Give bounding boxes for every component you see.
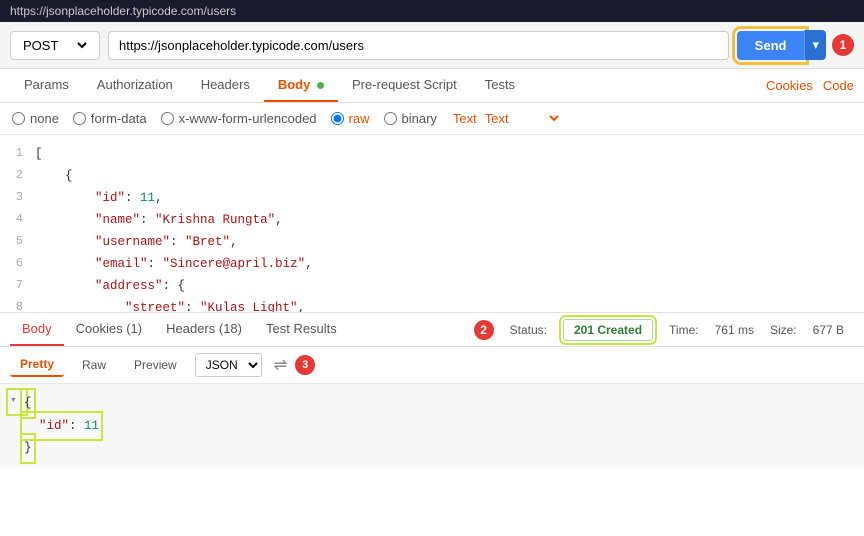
send-badge: 1 [832, 34, 854, 56]
response-tab-cookies[interactable]: Cookies (1) [64, 313, 154, 346]
request-tabs: Params Authorization Headers Body Pre-re… [0, 69, 864, 103]
status-label: Status: [510, 323, 547, 337]
code-line-6: 6 "email": "Sincere@april.biz", [0, 253, 864, 275]
send-dropdown-button[interactable]: ▾ [804, 30, 826, 60]
tab-headers[interactable]: Headers [187, 69, 264, 102]
tab-pre-request[interactable]: Pre-request Script [338, 69, 471, 102]
tab-authorization[interactable]: Authorization [83, 69, 187, 102]
url-input[interactable] [108, 31, 729, 60]
response-tabs: Body Cookies (1) Headers (18) Test Resul… [0, 313, 864, 347]
method-dropdown[interactable]: POST GET PUT DELETE [19, 37, 90, 54]
code-line-8: 8 "street": "Kulas Light", [0, 297, 864, 313]
format-bar: Pretty Raw Preview JSON XML HTML ⇌ 3 [0, 347, 864, 384]
format-raw[interactable]: Raw [72, 354, 116, 376]
size-label: Size: [770, 323, 797, 337]
send-button[interactable]: Send [737, 31, 805, 60]
time-value: 761 ms [715, 323, 754, 337]
text-type-select[interactable]: Text JSON JavaScript HTML XML [481, 110, 562, 127]
resp-line-3: } [10, 437, 854, 460]
radio-form-data[interactable]: form-data [73, 111, 147, 126]
tab-params[interactable]: Params [10, 69, 83, 102]
text-type-label: Text [453, 111, 477, 126]
resp-line-2: "id": 11 [10, 415, 854, 438]
wrap-icon[interactable]: ⇌ [274, 355, 287, 375]
format-type-select[interactable]: JSON XML HTML [195, 353, 262, 377]
send-button-group: Send ▾ 1 [737, 30, 854, 60]
tab-right-actions: Cookies Code [766, 78, 854, 93]
response-status-area: 2 Status: 201 Created Time: 761 ms Size:… [474, 319, 854, 341]
cookies-link[interactable]: Cookies [766, 78, 813, 93]
code-line-2: 2 { [0, 165, 864, 187]
time-label: Time: [669, 323, 699, 337]
top-bar-url: https://jsonplaceholder.typicode.com/use… [10, 4, 236, 18]
resp-line-1: ▾ { [10, 392, 854, 415]
radio-binary[interactable]: binary [384, 111, 437, 126]
url-bar: POST GET PUT DELETE Send ▾ 1 [0, 22, 864, 69]
status-badge-num: 2 [474, 320, 494, 340]
body-dot [317, 82, 324, 89]
body-options: none form-data x-www-form-urlencoded raw… [0, 103, 864, 135]
radio-raw[interactable]: raw [331, 111, 370, 126]
code-line-4: 4 "name": "Krishna Rungta", [0, 209, 864, 231]
status-value: 201 Created [563, 319, 653, 341]
radio-none[interactable]: none [12, 111, 59, 126]
code-line-1: 1 [ [0, 143, 864, 165]
code-line-3: 3 "id": 11, [0, 187, 864, 209]
response-tab-test-results[interactable]: Test Results [254, 313, 349, 346]
tab-body[interactable]: Body [264, 69, 338, 102]
tab-tests[interactable]: Tests [471, 69, 529, 102]
resp-toggle-1[interactable]: ▾ [10, 392, 24, 412]
size-value: 677 B [813, 323, 844, 337]
response-badge: 3 [295, 355, 315, 375]
method-selector[interactable]: POST GET PUT DELETE [10, 31, 100, 60]
code-line-7: 7 "address": { [0, 275, 864, 297]
code-editor[interactable]: 1 [ 2 { 3 "id": 11, 4 "name": "Krishna R… [0, 135, 864, 313]
radio-urlencoded[interactable]: x-www-form-urlencoded [161, 111, 317, 126]
code-link[interactable]: Code [823, 78, 854, 93]
response-tab-body[interactable]: Body [10, 313, 64, 346]
code-line-5: 5 "username": "Bret", [0, 231, 864, 253]
text-type-dropdown[interactable]: Text Text JSON JavaScript HTML XML [453, 110, 562, 127]
format-pretty[interactable]: Pretty [10, 353, 64, 377]
response-body: ▾ { "id": 11 } [0, 384, 864, 468]
response-tab-headers[interactable]: Headers (18) [154, 313, 254, 346]
format-preview[interactable]: Preview [124, 354, 187, 376]
top-bar: https://jsonplaceholder.typicode.com/use… [0, 0, 864, 22]
